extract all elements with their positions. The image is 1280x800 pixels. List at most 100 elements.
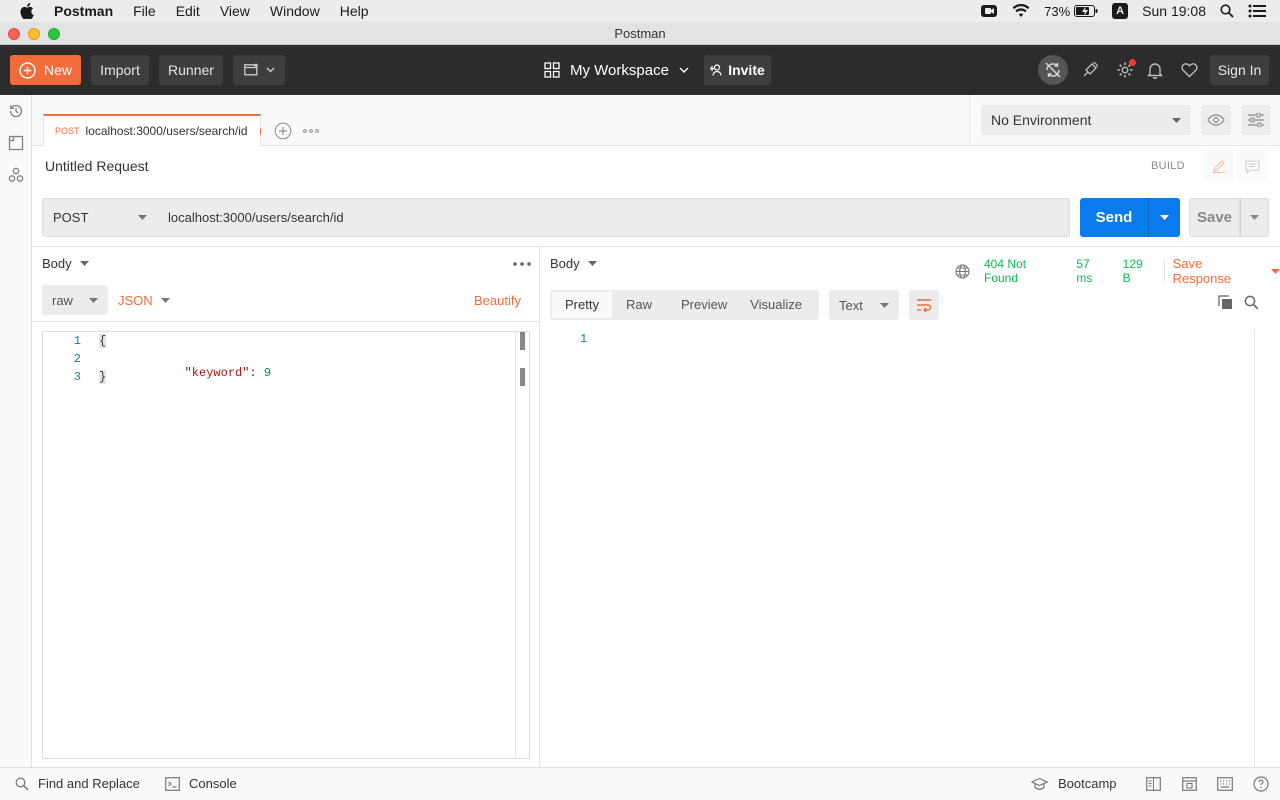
menubar-clock[interactable]: Sun 19:08 — [1142, 3, 1206, 19]
settings-button[interactable] — [1116, 59, 1136, 79]
caret-down-icon — [1250, 215, 1259, 220]
beautify-button[interactable]: Beautify — [474, 293, 521, 308]
more-horizontal-icon — [513, 262, 531, 266]
sync-status-button[interactable] — [1038, 55, 1068, 85]
globe-icon[interactable] — [955, 263, 970, 279]
new-button[interactable]: New — [10, 55, 81, 85]
caret-down-icon — [161, 297, 170, 303]
request-options-button[interactable] — [513, 262, 531, 266]
search-response-button[interactable] — [1244, 295, 1259, 310]
browse-button[interactable] — [1182, 777, 1197, 791]
invite-button[interactable]: Invite — [704, 55, 771, 85]
body-type-select[interactable]: raw — [42, 285, 108, 315]
minimize-window-button[interactable] — [28, 28, 40, 40]
collections-icon[interactable] — [8, 135, 24, 151]
mode-label: BUILD — [1151, 160, 1185, 172]
pencil-icon — [1212, 159, 1226, 173]
runner-button[interactable]: Runner — [159, 55, 223, 85]
menu-file[interactable]: File — [123, 3, 166, 19]
comment-icon — [1245, 159, 1260, 173]
wrap-text-icon — [916, 298, 932, 312]
caret-down-icon — [79, 261, 89, 266]
new-button-label: New — [43, 62, 72, 78]
edit-button[interactable] — [1203, 151, 1234, 181]
sign-in-button[interactable]: Sign In — [1210, 55, 1269, 85]
manage-environments-button[interactable] — [1241, 105, 1271, 135]
environment-quick-look-button[interactable] — [1201, 105, 1231, 135]
response-time[interactable]: 57 ms — [1076, 257, 1108, 285]
code-brace-close: } — [99, 370, 107, 384]
response-format-value: Text — [839, 297, 863, 313]
caret-down-icon — [1270, 268, 1280, 274]
send-options-button[interactable] — [1148, 198, 1180, 237]
body-format-select[interactable]: JSON — [118, 285, 170, 315]
menu-help[interactable]: Help — [330, 3, 379, 19]
console-icon — [165, 776, 180, 791]
request-tab[interactable]: POST localhost:3000/users/search/id — [43, 114, 261, 146]
tab-visualize[interactable]: Visualize — [737, 292, 812, 318]
tab-options-button[interactable] — [303, 129, 319, 133]
tab-method-badge: POST — [55, 126, 80, 136]
response-format-select[interactable]: Text — [829, 290, 899, 320]
console-button[interactable]: Console — [165, 776, 237, 791]
new-window-button[interactable] — [233, 55, 285, 85]
bootcamp-button[interactable]: Bootcamp — [1031, 776, 1117, 791]
comments-button[interactable] — [1237, 151, 1268, 181]
response-meta: 404 Not Found 57 ms 129 B Save Response — [955, 256, 1280, 286]
response-body-tab[interactable]: Body — [550, 256, 597, 271]
import-button[interactable]: Import — [91, 55, 149, 85]
apis-icon[interactable] — [8, 167, 24, 183]
notifications-button[interactable] — [1147, 61, 1163, 79]
save-options-button[interactable] — [1240, 198, 1269, 237]
camera-icon[interactable] — [980, 4, 998, 18]
request-name[interactable]: Untitled Request — [45, 158, 149, 174]
maximize-window-button[interactable] — [48, 28, 60, 40]
viewer-scrollbar[interactable] — [1254, 330, 1268, 767]
editor-scrollbar[interactable] — [515, 332, 529, 758]
line-number: 3 — [73, 370, 81, 384]
method-select[interactable]: POST — [42, 198, 158, 237]
response-body-viewer[interactable]: 1 — [550, 330, 1270, 767]
menu-window[interactable]: Window — [260, 3, 330, 19]
tab-preview[interactable]: Preview — [660, 292, 737, 318]
favorites-button[interactable] — [1181, 62, 1198, 78]
spotlight-search-icon[interactable] — [1220, 4, 1234, 18]
save-response-button[interactable]: Save Response — [1173, 256, 1280, 286]
send-button[interactable]: Send — [1080, 198, 1148, 237]
window-plus-icon — [243, 63, 260, 77]
help-button[interactable] — [1253, 776, 1269, 792]
new-tab-button[interactable] — [274, 122, 292, 140]
caret-down-icon — [138, 215, 147, 220]
request-body-label: Body — [42, 256, 72, 271]
input-source-indicator[interactable]: A — [1112, 3, 1129, 19]
response-size[interactable]: 129 B — [1123, 257, 1154, 285]
history-icon[interactable] — [8, 103, 24, 119]
copy-response-button[interactable] — [1218, 295, 1233, 310]
plus-circle-icon — [19, 61, 36, 79]
menu-view[interactable]: View — [210, 3, 260, 19]
apple-menu-icon[interactable] — [0, 3, 44, 19]
response-status[interactable]: 404 Not Found — [984, 257, 1062, 285]
invite-label: Invite — [728, 62, 765, 78]
wrap-lines-button[interactable] — [909, 290, 939, 320]
find-replace-button[interactable]: Find and Replace — [15, 776, 140, 791]
tab-raw[interactable]: Raw — [612, 292, 660, 318]
menubar-app-name[interactable]: Postman — [44, 3, 123, 19]
keyboard-shortcuts-button[interactable] — [1217, 777, 1233, 791]
tab-pretty[interactable]: Pretty — [552, 292, 612, 318]
url-input[interactable]: localhost:3000/users/search/id — [157, 198, 1070, 237]
interceptor-button[interactable] — [1081, 61, 1099, 79]
notification-center-icon[interactable] — [1248, 4, 1266, 18]
environment-select[interactable]: No Environment — [981, 105, 1191, 135]
workspace-selector[interactable]: My Workspace — [544, 59, 689, 81]
battery-icon[interactable] — [1074, 5, 1098, 17]
menu-edit[interactable]: Edit — [166, 3, 210, 19]
save-button[interactable]: Save — [1189, 198, 1240, 237]
close-window-button[interactable] — [8, 28, 20, 40]
request-body-tab[interactable]: Body — [42, 256, 89, 271]
response-body-label: Body — [550, 256, 580, 271]
two-pane-view-button[interactable] — [1146, 777, 1161, 791]
request-body-editor[interactable]: 1 2 3 { "keyword": 9 } — [42, 331, 530, 759]
eye-icon — [1207, 114, 1225, 126]
wifi-icon[interactable] — [1012, 4, 1030, 18]
